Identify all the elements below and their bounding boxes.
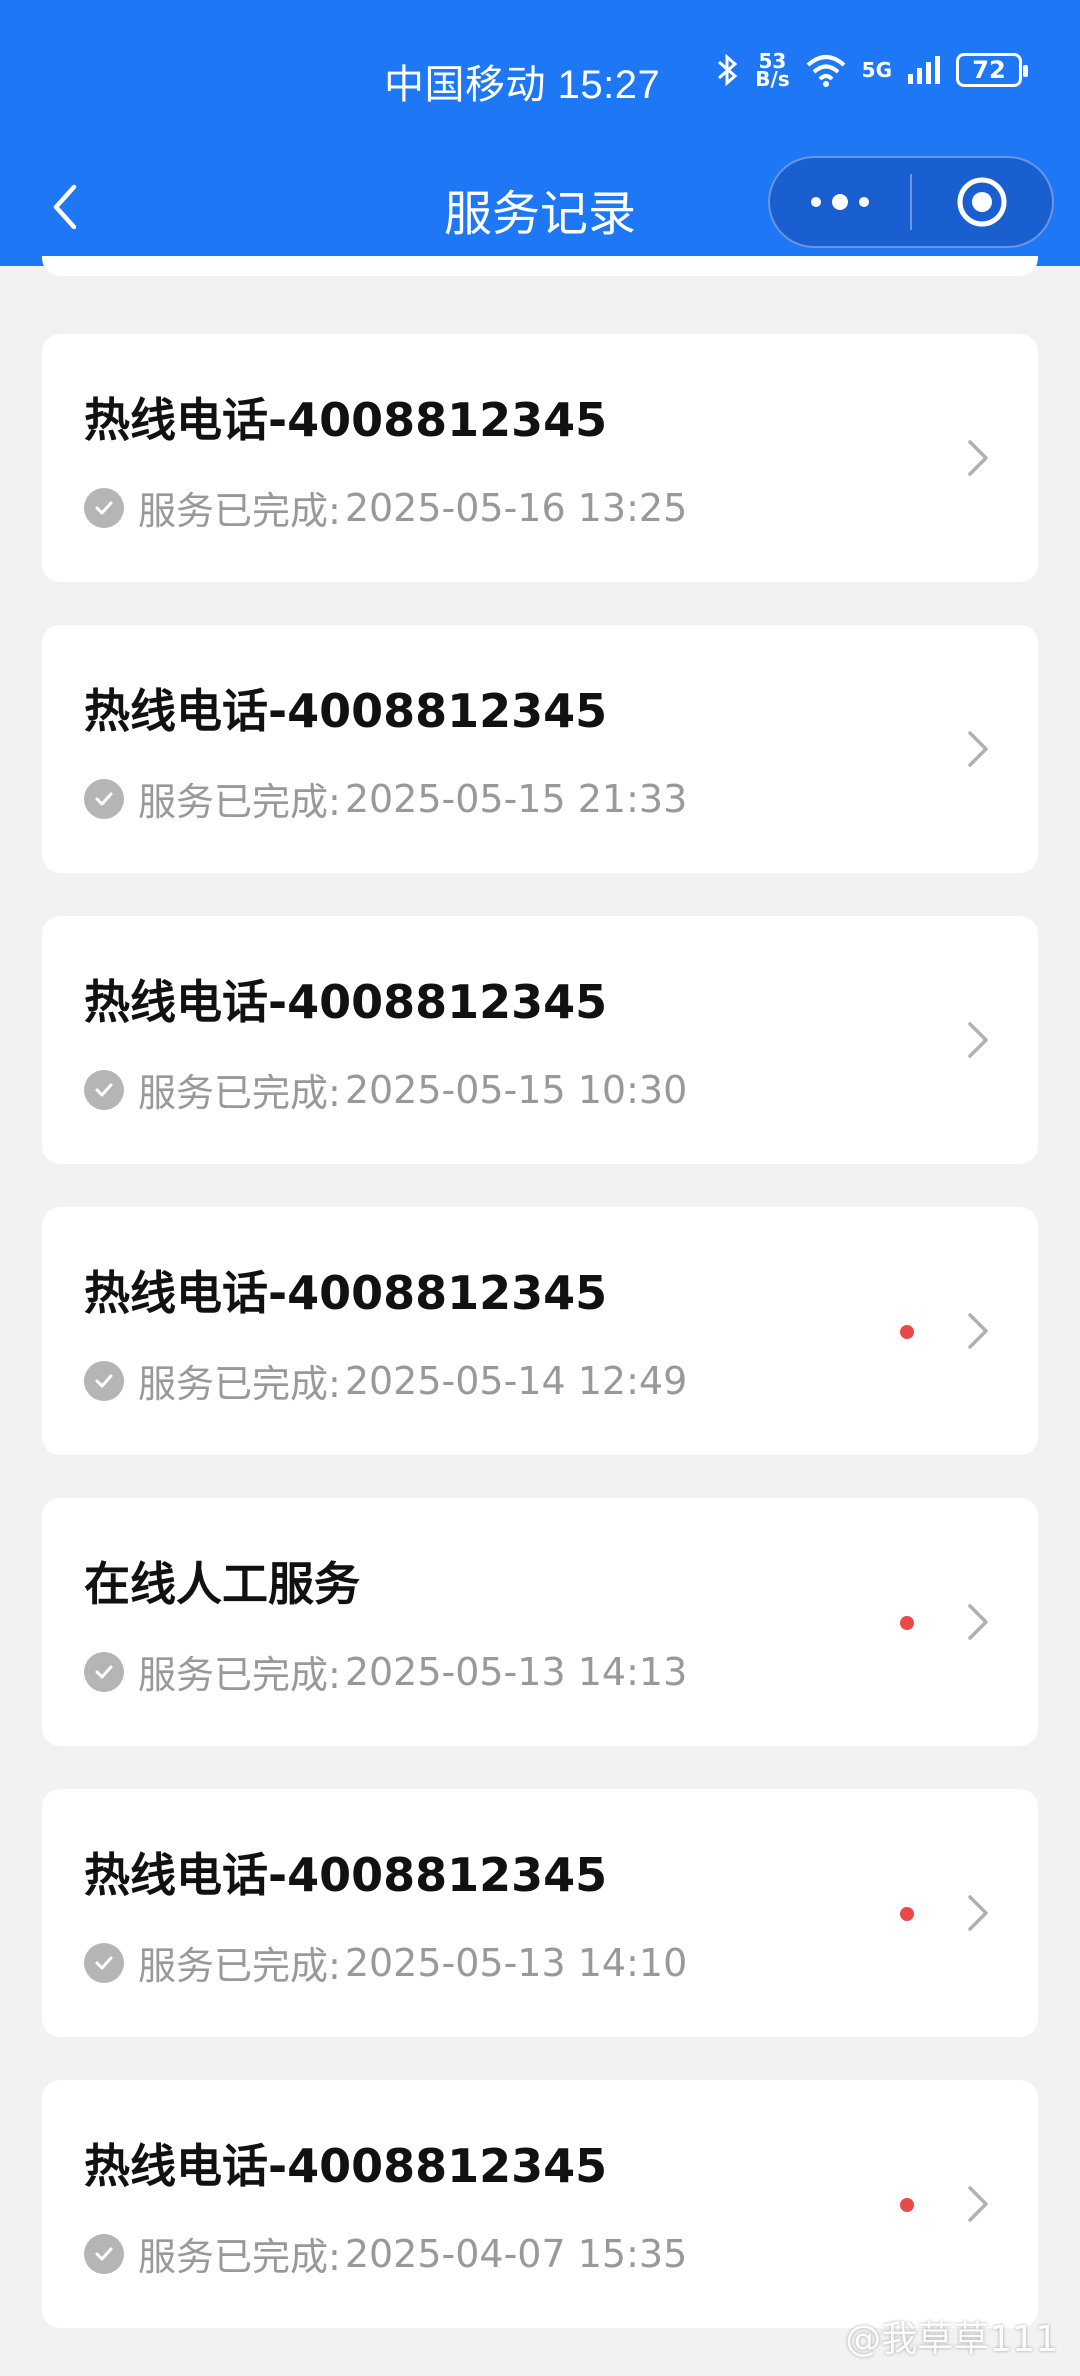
status-label: 服务已完成: [138, 1653, 341, 1697]
chevron-right-icon [958, 1600, 998, 1644]
record-status: 服务已完成: 2025-05-14 12:49 [84, 1353, 687, 1408]
close-button[interactable] [912, 158, 1052, 246]
status-label: 服务已完成: [138, 1071, 341, 1115]
network-type: 5G [861, 58, 892, 82]
check-circle-icon [84, 2233, 124, 2274]
clock: 15:27 [557, 63, 661, 107]
record-status: 服务已完成: 2025-05-13 14:10 [84, 1935, 687, 1990]
carrier-name: 中国移动 [384, 63, 546, 107]
chevron-right-icon [958, 1891, 998, 1935]
nav-bar: 服务记录 [0, 150, 1080, 266]
watermark: @我草草111 [845, 2319, 1058, 2360]
more-button[interactable] [770, 158, 910, 246]
record-title: 在线人工服务 [84, 1557, 360, 1611]
status-icons: 53 B/s 5G 72 [715, 49, 1028, 91]
record-card[interactable]: 热线电话-4008812345 服务已完成: 2025-05-15 21:33 [42, 625, 1038, 873]
status-label: 服务已完成: [138, 1362, 341, 1406]
status-time: 2025-04-07 15:35 [344, 2231, 688, 2276]
check-circle-icon [84, 1069, 124, 1110]
status-label: 服务已完成: [138, 2235, 341, 2279]
wifi-icon [806, 55, 845, 87]
record-status: 服务已完成: 2025-05-15 10:30 [84, 1062, 687, 1117]
status-time: 2025-05-15 21:33 [344, 776, 688, 821]
record-card[interactable]: 在线人工服务服务已完成: 2025-05-13 14:13 [42, 1498, 1038, 1746]
target-circle-icon [957, 177, 1007, 227]
status-label: 服务已完成: [138, 489, 341, 533]
app-header: 中国移动 15:27 53 B/s 5G 72 服务记录 [0, 0, 1080, 266]
record-status: 服务已完成: 2025-05-15 21:33 [84, 771, 687, 826]
carrier-time: 中国移动 15:27 [384, 52, 660, 110]
status-time: 2025-05-15 10:30 [344, 1067, 688, 1112]
record-title: 热线电话-4008812345 [84, 1266, 608, 1320]
mini-program-capsule [768, 156, 1054, 248]
signal-icon [908, 56, 940, 84]
record-title: 热线电话-4008812345 [84, 684, 608, 738]
status-time: 2025-05-13 14:13 [344, 1649, 688, 1694]
unread-dot [900, 2198, 914, 2212]
check-circle-icon [84, 1360, 124, 1401]
chevron-right-icon [958, 2182, 998, 2226]
status-label: 服务已完成: [138, 1944, 341, 1988]
record-title: 热线电话-4008812345 [84, 2139, 608, 2193]
partial-card [42, 256, 1038, 276]
more-dots-icon [811, 194, 869, 210]
record-card[interactable]: 热线电话-4008812345 服务已完成: 2025-05-16 13:25 [42, 334, 1038, 582]
chevron-right-icon [958, 1309, 998, 1353]
status-time: 2025-05-16 13:25 [344, 485, 688, 530]
record-title: 热线电话-4008812345 [84, 975, 608, 1029]
net-speed: 53 B/s [755, 49, 790, 91]
unread-dot [900, 1325, 914, 1339]
unread-dot [900, 1907, 914, 1921]
battery-level: 72 [972, 56, 1006, 84]
status-time: 2025-05-14 12:49 [344, 1358, 688, 1403]
check-circle-icon [84, 1942, 124, 1983]
battery-icon: 72 [956, 53, 1028, 87]
check-circle-icon [84, 1651, 124, 1692]
record-card[interactable]: 热线电话-4008812345 服务已完成: 2025-05-13 14:10 [42, 1789, 1038, 2037]
bluetooth-icon [718, 53, 738, 87]
record-card[interactable]: 热线电话-4008812345 服务已完成: 2025-04-07 15:35 [42, 2080, 1038, 2328]
record-title: 热线电话-4008812345 [84, 1848, 608, 1902]
chevron-right-icon [958, 436, 998, 480]
unread-dot [900, 1616, 914, 1630]
chevron-right-icon [958, 727, 998, 771]
record-status: 服务已完成: 2025-05-13 14:13 [84, 1644, 687, 1699]
record-card[interactable]: 热线电话-4008812345 服务已完成: 2025-05-14 12:49 [42, 1207, 1038, 1455]
check-circle-icon [84, 778, 124, 819]
status-time: 2025-05-13 14:10 [344, 1940, 688, 1985]
record-card[interactable]: 热线电话-4008812345 服务已完成: 2025-05-15 10:30 [42, 916, 1038, 1164]
status-bar: 中国移动 15:27 53 B/s 5G 72 [0, 0, 1080, 150]
record-status: 服务已完成: 2025-04-07 15:35 [84, 2226, 687, 2281]
record-title: 热线电话-4008812345 [84, 393, 608, 447]
chevron-right-icon [958, 1018, 998, 1062]
status-label: 服务已完成: [138, 780, 341, 824]
record-status: 服务已完成: 2025-05-16 13:25 [84, 480, 687, 535]
check-circle-icon [84, 487, 124, 528]
